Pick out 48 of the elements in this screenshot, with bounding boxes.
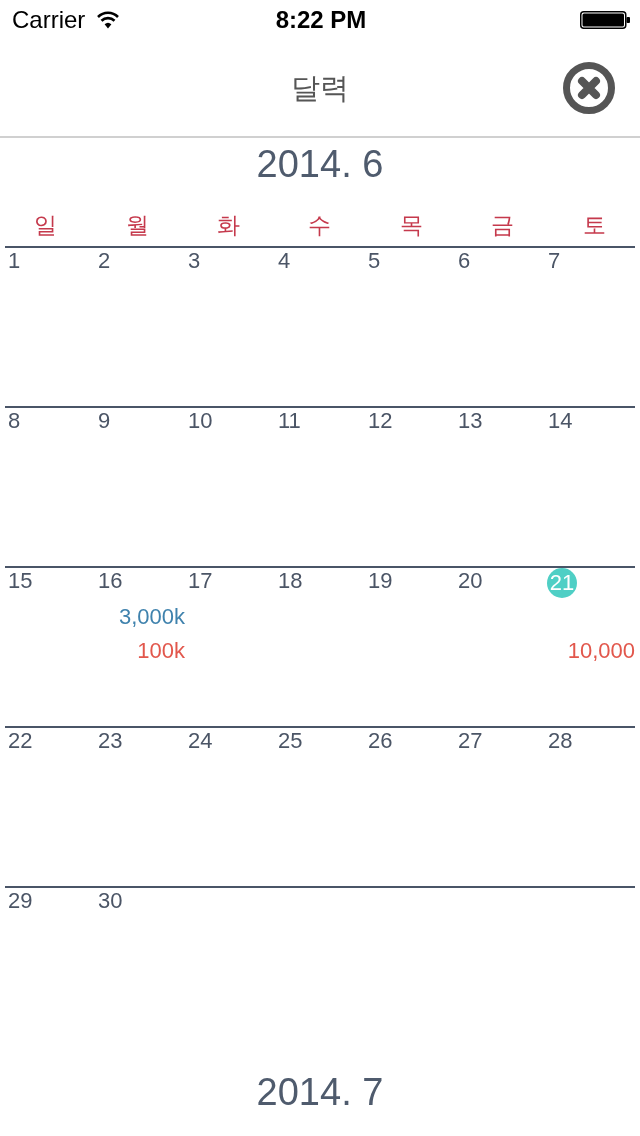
close-button[interactable] — [563, 62, 615, 114]
day-number[interactable]: 18 — [275, 568, 303, 594]
day-number[interactable]: 23 — [95, 728, 123, 754]
day-number[interactable]: 13 — [455, 408, 483, 434]
day-number[interactable]: 24 — [185, 728, 213, 754]
day-number[interactable]: 28 — [545, 728, 573, 754]
day-number[interactable]: 16 — [95, 568, 123, 594]
day-number[interactable]: 9 — [95, 408, 111, 434]
weekday-label: 금 — [491, 211, 515, 240]
expense-amount: 10,000 — [567, 638, 635, 663]
day-number[interactable]: 19 — [365, 568, 393, 594]
day-number[interactable]: 8 — [5, 408, 21, 434]
day-number[interactable]: 11 — [275, 408, 301, 434]
nav-title: 달력 — [291, 71, 349, 106]
expense-amount: 100k — [137, 638, 185, 663]
day-number[interactable]: 12 — [365, 408, 393, 434]
day-number[interactable]: 22 — [5, 728, 33, 754]
day-number[interactable]: 30 — [95, 888, 123, 914]
battery-icon — [580, 11, 630, 29]
day-number[interactable]: 5 — [365, 248, 381, 274]
day-number[interactable]: 20 — [455, 568, 483, 594]
day-number[interactable]: 4 — [275, 248, 291, 274]
carrier-name: Carrier — [12, 6, 86, 34]
day-number[interactable]: 6 — [455, 248, 471, 274]
day-number[interactable]: 29 — [5, 888, 33, 914]
status-time: 8:22 PM — [275, 6, 367, 34]
day-number[interactable]: 15 — [5, 568, 33, 594]
weekday-label: 화 — [217, 211, 241, 240]
income-amount: 3,000k — [118, 604, 185, 629]
day-number[interactable]: 26 — [365, 728, 393, 754]
weekday-label: 수 — [308, 211, 332, 240]
day-number[interactable]: 3 — [185, 248, 201, 274]
day-number[interactable]: 7 — [545, 248, 561, 274]
day-number[interactable]: 14 — [545, 408, 573, 434]
day-number[interactable]: 2 — [95, 248, 111, 274]
close-icon — [563, 62, 615, 114]
day-number[interactable]: 25 — [275, 728, 303, 754]
month-title: 2014. 6 — [256, 142, 384, 186]
weekday-label: 일 — [34, 211, 58, 240]
weekday-label: 목 — [399, 211, 423, 240]
weekday-label: 토 — [582, 211, 606, 240]
weekday-label: 월 — [125, 211, 149, 240]
day-number[interactable]: 1 — [5, 248, 21, 274]
month-title: 2014. 7 — [256, 1070, 384, 1114]
day-number[interactable]: 27 — [455, 728, 483, 754]
day-number[interactable]: 17 — [185, 568, 213, 594]
day-number[interactable]: 10 — [185, 408, 213, 434]
wifi-icon — [96, 11, 121, 29]
